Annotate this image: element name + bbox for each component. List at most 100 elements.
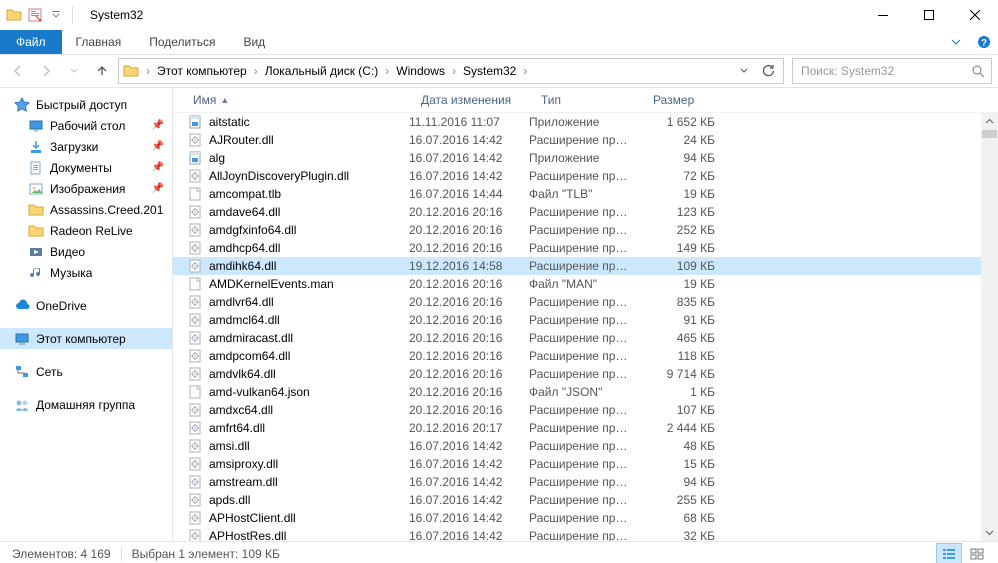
- file-row[interactable]: aitstatic 11.11.2016 11:07 Приложение 1 …: [173, 113, 981, 131]
- file-row[interactable]: AllJoynDiscoveryPlugin.dll 16.07.2016 14…: [173, 167, 981, 185]
- file-type: Расширение при...: [523, 133, 635, 147]
- ribbon-tab-view[interactable]: Вид: [229, 30, 279, 54]
- col-date[interactable]: Дата изменения: [415, 93, 535, 107]
- col-size[interactable]: Размер: [647, 93, 739, 107]
- tree-quick-item[interactable]: Рабочий стол 📌: [0, 115, 172, 136]
- tree-quick-access[interactable]: Быстрый доступ: [0, 94, 172, 115]
- file-row[interactable]: amfrt64.dll 20.12.2016 20:17 Расширение …: [173, 419, 981, 437]
- qat-dropdown-icon[interactable]: [47, 6, 65, 24]
- crumb-system32[interactable]: System32: [458, 59, 521, 83]
- address-bar[interactable]: › Этот компьютер › Локальный диск (C:) ›…: [118, 58, 784, 84]
- file-icon: [187, 366, 203, 382]
- minimize-button[interactable]: [860, 0, 906, 30]
- file-row[interactable]: amd-vulkan64.json 20.12.2016 20:16 Файл …: [173, 383, 981, 401]
- file-row[interactable]: amdihk64.dll 19.12.2016 14:58 Расширение…: [173, 257, 981, 275]
- file-date: 20.12.2016 20:16: [403, 241, 523, 255]
- chevron-right-icon[interactable]: ›: [252, 64, 260, 78]
- vertical-scrollbar[interactable]: [981, 113, 998, 541]
- chevron-right-icon[interactable]: ›: [383, 64, 391, 78]
- up-button[interactable]: [90, 59, 114, 83]
- file-list[interactable]: aitstatic 11.11.2016 11:07 Приложение 1 …: [173, 113, 981, 541]
- file-row[interactable]: amdxc64.dll 20.12.2016 20:16 Расширение …: [173, 401, 981, 419]
- file-type: Расширение при...: [523, 259, 635, 273]
- file-icon: [187, 348, 203, 364]
- file-row[interactable]: amdmiracast.dll 20.12.2016 20:16 Расшире…: [173, 329, 981, 347]
- chevron-right-icon[interactable]: ›: [144, 64, 152, 78]
- col-name[interactable]: Имя ▲: [187, 93, 415, 107]
- ribbon-tab-share[interactable]: Поделиться: [135, 30, 229, 54]
- search-box[interactable]: [792, 58, 992, 84]
- folder-icon: [28, 202, 44, 218]
- crumb-windows[interactable]: Windows: [391, 59, 450, 83]
- tree-network[interactable]: Сеть: [0, 361, 172, 382]
- crumb-drive[interactable]: Локальный диск (C:): [260, 59, 384, 83]
- ribbon-expand-icon[interactable]: [942, 30, 970, 54]
- file-row[interactable]: amdvlk64.dll 20.12.2016 20:16 Расширение…: [173, 365, 981, 383]
- view-details-button[interactable]: [936, 543, 962, 563]
- refresh-button[interactable]: [756, 64, 780, 78]
- file-name: aitstatic: [209, 115, 250, 129]
- tree-quick-item[interactable]: Radeon ReLive: [0, 220, 172, 241]
- separator: [72, 6, 73, 24]
- scroll-track[interactable]: [981, 130, 998, 524]
- item-count: 4 169: [81, 547, 111, 561]
- recent-dropdown[interactable]: [62, 59, 86, 83]
- nav-bar: › Этот компьютер › Локальный диск (C:) ›…: [0, 55, 998, 88]
- network-icon: [14, 364, 30, 380]
- crumb-thispc[interactable]: Этот компьютер: [152, 59, 252, 83]
- ribbon-file-tab[interactable]: Файл: [0, 30, 62, 54]
- tree-quick-item[interactable]: Документы 📌: [0, 157, 172, 178]
- file-row[interactable]: amdlvr64.dll 20.12.2016 20:16 Расширение…: [173, 293, 981, 311]
- file-row[interactable]: amsiproxy.dll 16.07.2016 14:42 Расширени…: [173, 455, 981, 473]
- file-icon: [187, 222, 203, 238]
- file-name: AMDKernelEvents.man: [209, 277, 334, 291]
- maximize-button[interactable]: [906, 0, 952, 30]
- file-type: Расширение при...: [523, 457, 635, 471]
- tree-onedrive[interactable]: OneDrive: [0, 295, 172, 316]
- file-row[interactable]: amdhcp64.dll 20.12.2016 20:16 Расширение…: [173, 239, 981, 257]
- qat-properties-icon[interactable]: [26, 6, 44, 24]
- file-name: amdmcl64.dll: [209, 313, 280, 327]
- scroll-thumb[interactable]: [982, 130, 997, 138]
- forward-button[interactable]: [34, 59, 58, 83]
- tree-quick-item[interactable]: Музыка: [0, 262, 172, 283]
- file-size: 94 КБ: [635, 151, 725, 165]
- tree-this-pc[interactable]: Этот компьютер: [0, 328, 172, 349]
- file-row[interactable]: amstream.dll 16.07.2016 14:42 Расширение…: [173, 473, 981, 491]
- file-row[interactable]: amsi.dll 16.07.2016 14:42 Расширение при…: [173, 437, 981, 455]
- address-history-dropdown[interactable]: [732, 67, 756, 75]
- tree-quick-item[interactable]: Assassins.Creed.201: [0, 199, 172, 220]
- file-date: 16.07.2016 14:42: [403, 439, 523, 453]
- file-row[interactable]: amdpcom64.dll 20.12.2016 20:16 Расширени…: [173, 347, 981, 365]
- file-row[interactable]: amdave64.dll 20.12.2016 20:16 Расширение…: [173, 203, 981, 221]
- ribbon-tab-home[interactable]: Главная: [62, 30, 136, 54]
- scroll-up-button[interactable]: [981, 113, 998, 130]
- chevron-right-icon[interactable]: ›: [521, 64, 529, 78]
- file-row[interactable]: amdmcl64.dll 20.12.2016 20:16 Расширение…: [173, 311, 981, 329]
- close-button[interactable]: [952, 0, 998, 30]
- scroll-down-button[interactable]: [981, 524, 998, 541]
- view-thumbnails-button[interactable]: [964, 543, 990, 563]
- file-row[interactable]: APHostRes.dll 16.07.2016 14:42 Расширени…: [173, 527, 981, 541]
- tree-quick-item[interactable]: Изображения 📌: [0, 178, 172, 199]
- tree-homegroup[interactable]: Домашняя группа: [0, 394, 172, 415]
- tree-quick-item[interactable]: Загрузки 📌: [0, 136, 172, 157]
- search-input[interactable]: [799, 63, 971, 79]
- file-row[interactable]: AMDKernelEvents.man 20.12.2016 20:16 Фай…: [173, 275, 981, 293]
- file-date: 20.12.2016 20:16: [403, 349, 523, 363]
- file-row[interactable]: amcompat.tlb 16.07.2016 14:44 Файл "TLB"…: [173, 185, 981, 203]
- help-icon[interactable]: ?: [970, 30, 998, 54]
- chevron-right-icon[interactable]: ›: [450, 64, 458, 78]
- back-button[interactable]: [6, 59, 30, 83]
- search-icon[interactable]: [971, 64, 985, 78]
- col-type[interactable]: Тип: [535, 93, 647, 107]
- file-row[interactable]: apds.dll 16.07.2016 14:42 Расширение при…: [173, 491, 981, 509]
- file-icon: [187, 114, 203, 130]
- file-row[interactable]: amdgfxinfo64.dll 20.12.2016 20:16 Расшир…: [173, 221, 981, 239]
- nav-tree[interactable]: Быстрый доступ Рабочий стол 📌 Загрузки 📌…: [0, 88, 173, 541]
- file-row[interactable]: APHostClient.dll 16.07.2016 14:42 Расшир…: [173, 509, 981, 527]
- pc-icon: [14, 331, 30, 347]
- tree-quick-item[interactable]: Видео: [0, 241, 172, 262]
- file-row[interactable]: alg 16.07.2016 14:42 Приложение 94 КБ: [173, 149, 981, 167]
- file-row[interactable]: AJRouter.dll 16.07.2016 14:42 Расширение…: [173, 131, 981, 149]
